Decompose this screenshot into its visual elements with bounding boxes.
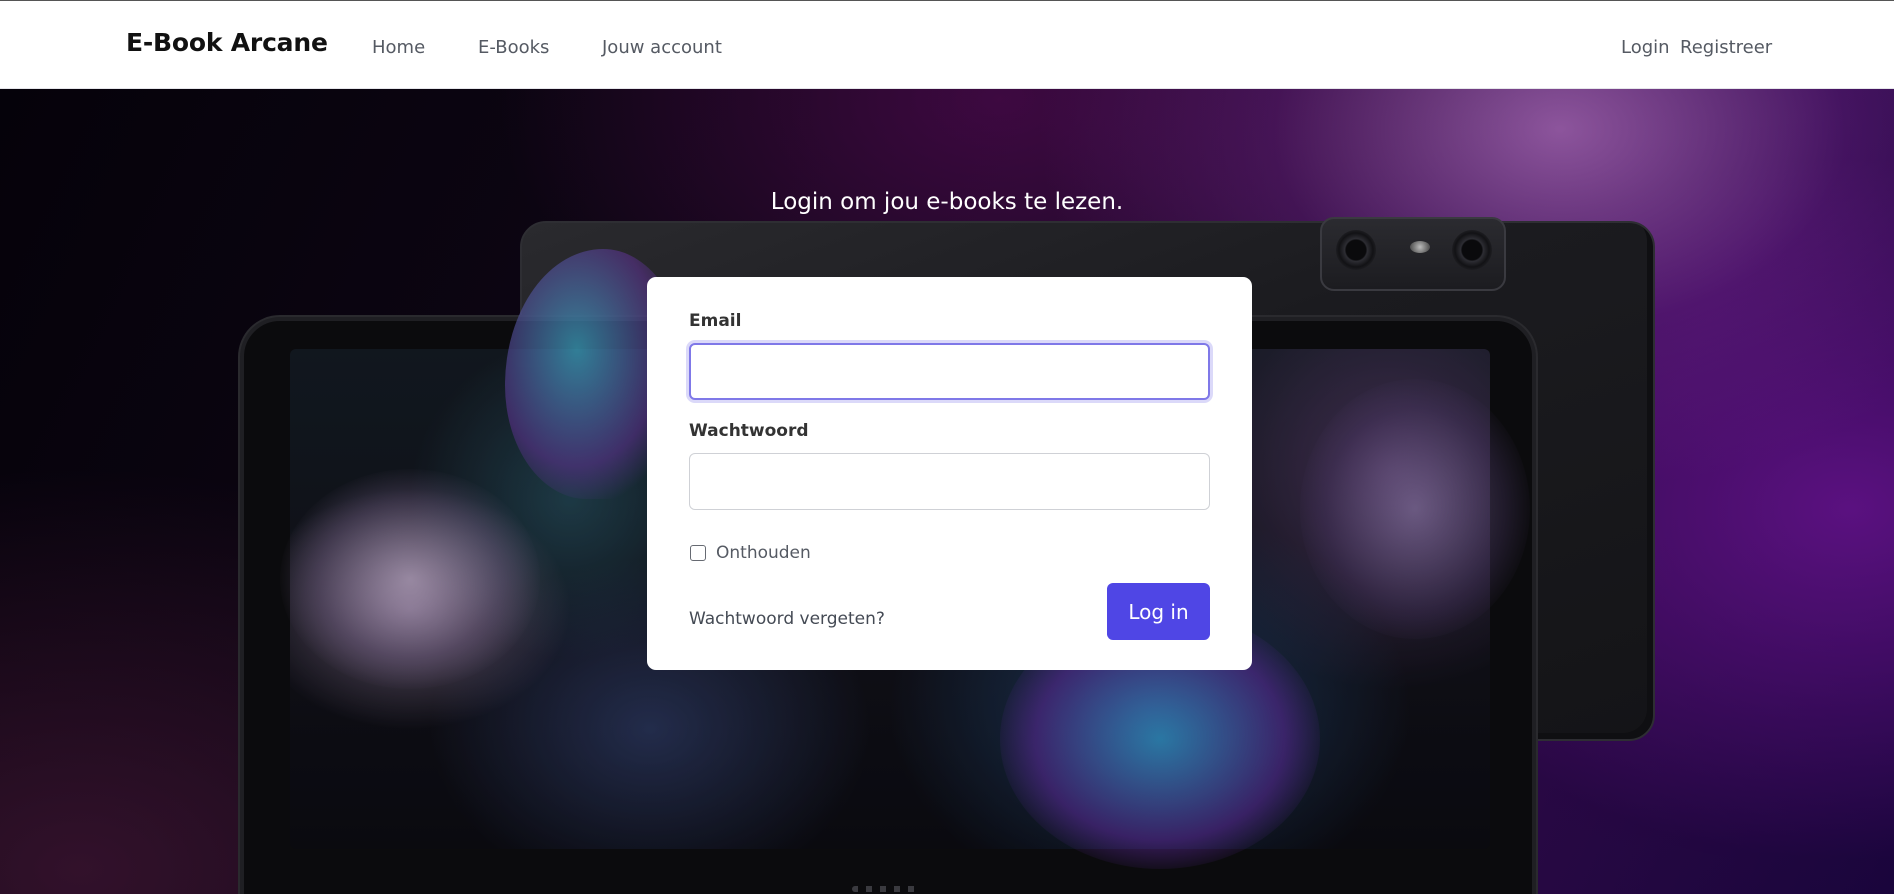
forgot-password-link[interactable]: Wachtwoord vergeten? bbox=[689, 609, 885, 629]
remember-label[interactable]: Onthouden bbox=[716, 543, 811, 563]
email-input[interactable] bbox=[689, 343, 1210, 400]
brand-logo[interactable]: E-Book Arcane bbox=[126, 28, 328, 57]
password-label: Wachtwoord bbox=[689, 421, 809, 441]
hero-section: Login om jou e-books te lezen. Email Wac… bbox=[0, 89, 1894, 894]
tablet-speaker-dots bbox=[852, 886, 922, 892]
camera-flash-icon bbox=[1410, 241, 1430, 253]
login-submit-button[interactable]: Log in bbox=[1107, 583, 1210, 640]
camera-lens-icon bbox=[1336, 230, 1376, 270]
background-flower-left bbox=[280, 469, 540, 689]
login-form-card: Email Wachtwoord Onthouden Wachtwoord ve… bbox=[647, 277, 1252, 670]
camera-lens-icon bbox=[1452, 230, 1492, 270]
nav-account-link[interactable]: Jouw account bbox=[602, 37, 722, 58]
nav-ebooks-link[interactable]: E-Books bbox=[478, 37, 549, 58]
password-input[interactable] bbox=[689, 453, 1210, 510]
email-label: Email bbox=[689, 311, 742, 331]
background-flower-right bbox=[1300, 379, 1530, 639]
nav-login-link[interactable]: Login bbox=[1621, 37, 1670, 58]
remember-checkbox[interactable] bbox=[690, 545, 706, 561]
top-navbar: E-Book Arcane Home E-Books Jouw account … bbox=[0, 0, 1894, 89]
hero-heading: Login om jou e-books te lezen. bbox=[770, 189, 1124, 215]
camera-bump bbox=[1320, 217, 1506, 291]
nav-register-link[interactable]: Registreer bbox=[1680, 37, 1772, 58]
nav-home-link[interactable]: Home bbox=[372, 37, 425, 58]
